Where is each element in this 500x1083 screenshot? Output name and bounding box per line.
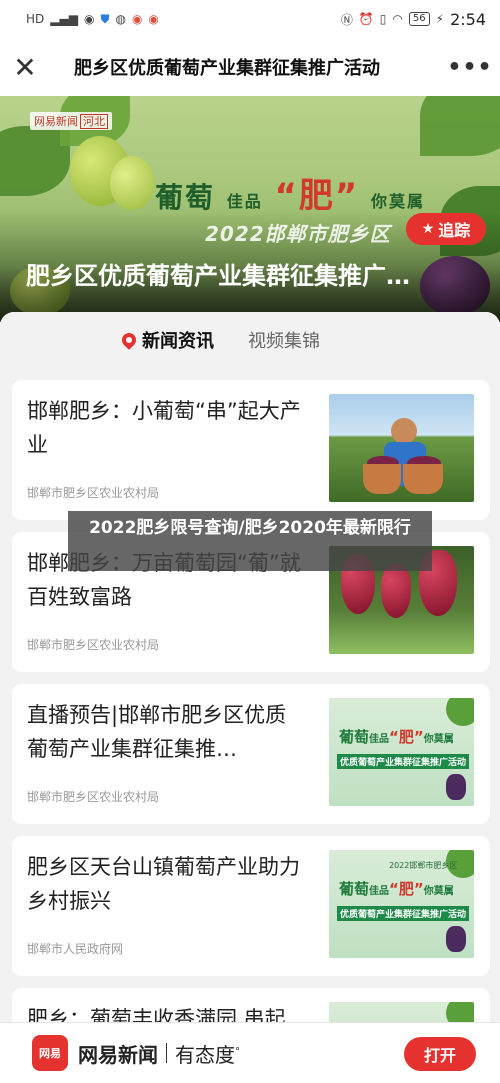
logo-text: 网易新闻 (34, 115, 78, 128)
banner-slogan: 葡萄 佳品 “肥” 你莫属 (155, 168, 425, 217)
charging-icon: ⚡ (435, 12, 445, 26)
tab-label: 新闻资讯 (142, 331, 214, 352)
clock: 2:54 (450, 9, 486, 29)
close-icon[interactable]: ✕ (0, 38, 50, 96)
banner-title: 肥乡区优质葡萄产业集群征集推广… (26, 262, 410, 290)
article-thumbnail (329, 394, 474, 502)
wifi-icon: ◠ (392, 12, 403, 26)
bottom-bar: 网易 网易新闻 有态度° 打开 (0, 1022, 500, 1083)
tab-bar: 新闻资讯 视频集锦 (0, 312, 500, 368)
status-right: Ⓝ ⏰ ▯ ◠ 56 ⚡ 2:54 (341, 10, 486, 29)
grape-decoration (110, 156, 154, 210)
topic-banner: 网易新闻 河北 葡萄 佳品 “肥” 你莫属 2022邯郸市肥乡区 肥乡区优质葡萄产… (0, 96, 500, 322)
more-icon[interactable]: ••• (440, 38, 500, 96)
divider (166, 1043, 167, 1063)
follow-button[interactable]: ★ 追踪 (406, 213, 486, 245)
article-source: 邯郸市肥乡区农业农村局 (27, 486, 160, 500)
slogan-part: 你莫属 (370, 192, 425, 211)
thumb-slogan: 葡萄佳品“肥”你莫属 (339, 728, 454, 746)
slogan-part: 葡萄 (155, 181, 216, 214)
nav-bar: ✕ 肥乡区优质葡萄产业集群征集推广活动 ••• (0, 38, 500, 96)
netease-app-logo: 网易 (32, 1035, 68, 1071)
banner-year: 2022邯郸市肥乡区 (205, 222, 391, 246)
signal-icon: ▂▄▆ (50, 12, 78, 26)
tab-news[interactable]: 新闻资讯 (119, 327, 214, 353)
open-app-button[interactable]: 打开 (404, 1037, 476, 1071)
thumb-grape (446, 774, 466, 800)
thumb-subtitle: 优质葡萄产业集群征集推广活动 (337, 906, 470, 921)
shield-icon: ⛊ (100, 11, 110, 26)
thumb-basket (363, 464, 401, 494)
weibo-icon: ◉ (131, 12, 143, 26)
article-source: 邯郸市肥乡区农业农村局 (27, 638, 160, 652)
hd-indicator: HD (26, 12, 45, 26)
thumb-year: 2022邯郸市肥乡区 (389, 861, 458, 870)
vibrate-icon: ▯ (379, 12, 387, 26)
tab-video[interactable]: 视频集锦 (248, 327, 320, 353)
thumb-subtitle: 优质葡萄产业集群征集推广活动 (337, 754, 470, 769)
location-pin-icon (119, 330, 139, 350)
overlay-caption: 2022肥乡限号查询/肥乡2020年最新限行 (68, 511, 432, 571)
content-area: 新闻资讯 视频集锦 邯郸肥乡：小葡萄“串”起大产业 邯郸市肥乡区农业农村局 邯郸… (0, 312, 500, 1032)
alarm-icon: ⏰ (358, 12, 374, 26)
thumb-grape-cluster (381, 564, 411, 618)
eye-icon: ◉ (83, 12, 95, 26)
thumb-slogan: 葡萄佳品“肥”你莫属 (339, 880, 454, 898)
star-icon: ★ (421, 221, 435, 237)
tab-label: 视频集锦 (248, 331, 320, 352)
thumb-leaf (446, 698, 474, 726)
article-card[interactable]: 直播预告|邯郸市肥乡区优质葡萄产业集群征集推… 邯郸市肥乡区农业农村局 葡萄佳品… (12, 684, 490, 824)
article-source: 邯郸市人民政府网 (27, 942, 124, 956)
article-thumbnail: 葡萄佳品“肥”你莫属 优质葡萄产业集群征集推广活动 (329, 698, 474, 806)
follow-label: 追踪 (438, 221, 471, 240)
status-bar: HD ▂▄▆ ◉ ⛊ ◍ ◉ ◉ Ⓝ ⏰ ▯ ◠ 56 ⚡ 2:54 (0, 0, 500, 38)
page-title: 肥乡区优质葡萄产业集群征集推广活动 (74, 58, 380, 79)
brand-slogan: 有态度° (175, 1042, 240, 1067)
weibo-icon-2: ◉ (148, 12, 159, 26)
app-icon: ◍ (115, 12, 126, 26)
article-thumbnail: 2022邯郸市肥乡区 葡萄佳品“肥”你莫属 优质葡萄产业集群征集推广活动 (329, 850, 474, 958)
article-title: 肥乡区天台山镇葡萄产业助力乡村振兴 (27, 855, 300, 913)
article-source: 邯郸市肥乡区农业农村局 (27, 790, 160, 804)
thumb-grape (446, 926, 466, 952)
leaf-decoration (420, 96, 500, 156)
slogan-part: 佳品 (226, 192, 263, 211)
battery-icon: 56 (408, 12, 430, 26)
article-card[interactable]: 邯郸肥乡：小葡萄“串”起大产业 邯郸市肥乡区农业农村局 (12, 380, 490, 520)
logo-badge: 河北 (80, 114, 108, 129)
thumb-basket (403, 464, 443, 494)
netease-logo: 网易新闻 河北 (30, 112, 112, 130)
brand-name: 网易新闻 (78, 1042, 158, 1067)
article-title: 邯郸肥乡：小葡萄“串”起大产业 (27, 399, 301, 457)
slogan-part: “肥” (274, 176, 360, 216)
article-card[interactable]: 肥乡区天台山镇葡萄产业助力乡村振兴 邯郸市人民政府网 2022邯郸市肥乡区 葡萄… (12, 836, 490, 976)
article-title: 直播预告|邯郸市肥乡区优质葡萄产业集群征集推… (27, 703, 287, 761)
status-left: HD ▂▄▆ ◉ ⛊ ◍ ◉ ◉ (26, 12, 159, 27)
nfc-icon: Ⓝ (340, 12, 353, 27)
thumb-person (391, 418, 417, 444)
